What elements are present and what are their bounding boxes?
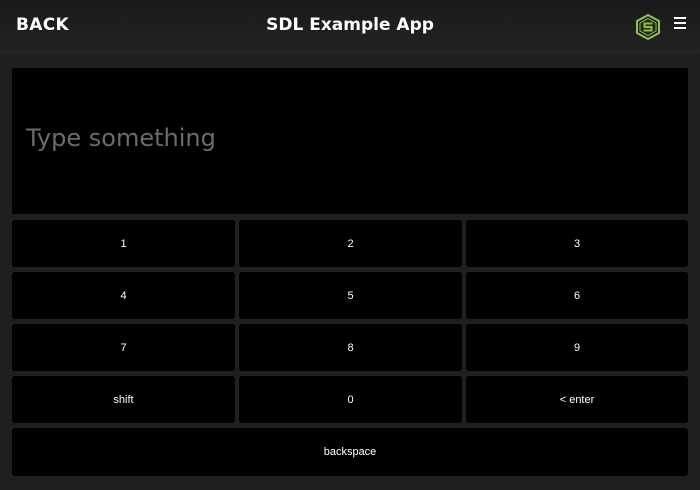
sdl-logo-icon[interactable] <box>634 13 662 41</box>
hamburger-menu-icon[interactable] <box>674 17 686 31</box>
header-bar: BACK SDL Example App <box>0 0 700 54</box>
app-title: SDL Example App <box>266 15 434 35</box>
app-window: BACK SDL Example App Type something 1 2 … <box>0 0 700 490</box>
key-7[interactable]: 7 <box>12 324 235 371</box>
key-6[interactable]: 6 <box>466 272 688 319</box>
placeholder-text: Type something <box>26 124 216 152</box>
shift-key[interactable]: shift <box>12 376 235 423</box>
key-0[interactable]: 0 <box>239 376 462 423</box>
enter-key[interactable]: < enter <box>466 376 688 423</box>
key-4[interactable]: 4 <box>12 272 235 319</box>
key-8[interactable]: 8 <box>239 324 462 371</box>
key-2[interactable]: 2 <box>239 220 462 267</box>
key-3[interactable]: 3 <box>466 220 688 267</box>
key-1[interactable]: 1 <box>12 220 235 267</box>
text-display[interactable]: Type something <box>12 68 688 214</box>
backspace-key[interactable]: backspace <box>12 428 688 476</box>
key-5[interactable]: 5 <box>239 272 462 319</box>
back-button[interactable]: BACK <box>16 15 69 35</box>
key-9[interactable]: 9 <box>466 324 688 371</box>
